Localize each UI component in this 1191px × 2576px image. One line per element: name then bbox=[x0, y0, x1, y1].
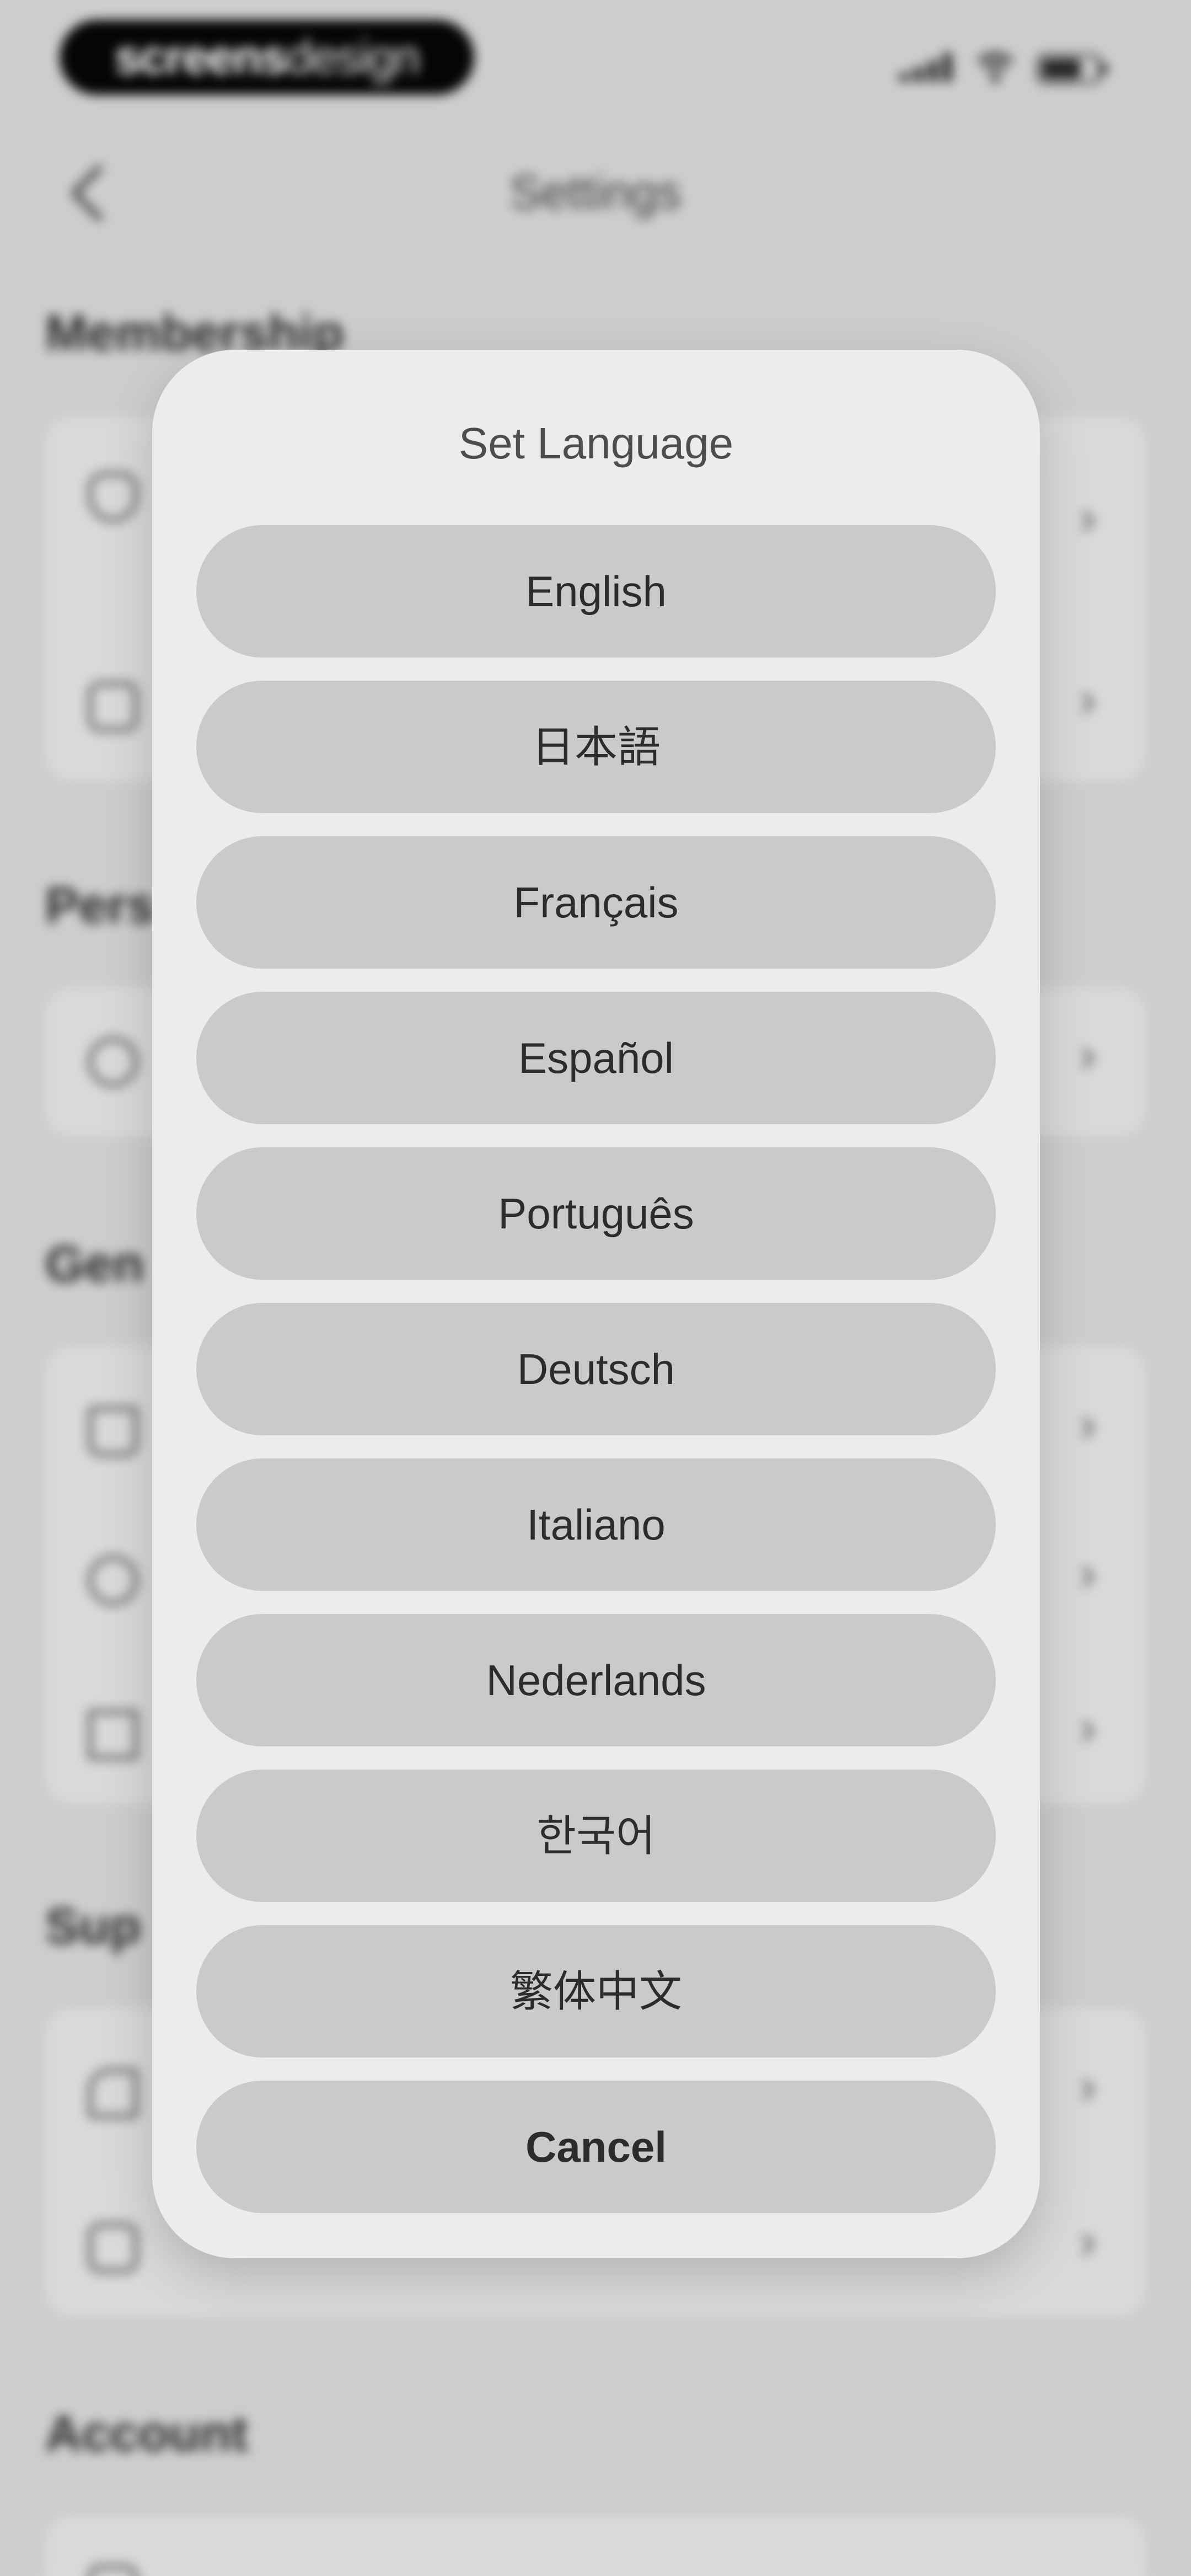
link-icon bbox=[88, 1037, 138, 1087]
status-bar: screensdesign bbox=[0, 0, 1191, 110]
language-option-dutch[interactable]: Nederlands bbox=[196, 1614, 996, 1746]
chevron-right-icon[interactable]: › bbox=[1079, 2057, 1096, 2115]
brand-logo-bold: screens bbox=[114, 31, 287, 84]
dialog-title: Set Language bbox=[458, 419, 734, 468]
wifi-icon bbox=[977, 52, 1013, 83]
battery-icon bbox=[1037, 54, 1107, 84]
chevron-right-icon[interactable]: › bbox=[1079, 2212, 1096, 2270]
chat-icon bbox=[88, 2223, 138, 2273]
chevron-right-icon[interactable]: › bbox=[1079, 1544, 1096, 1602]
language-option-spanish[interactable]: Español bbox=[196, 992, 996, 1124]
globe-icon bbox=[88, 1556, 138, 1605]
home-icon bbox=[88, 1407, 138, 1456]
language-option-korean[interactable]: 한국어 bbox=[196, 1770, 996, 1902]
account-icon bbox=[88, 2565, 138, 2576]
section-title-general: Gen bbox=[45, 1236, 144, 1292]
download-icon bbox=[88, 682, 138, 731]
grid-icon bbox=[88, 1710, 138, 1760]
brand-logo-light: design bbox=[286, 31, 420, 84]
brand-logo: screensdesign bbox=[60, 20, 474, 95]
thumbs-up-icon bbox=[88, 2069, 138, 2118]
chevron-right-icon[interactable]: › bbox=[1079, 1026, 1096, 1084]
chevron-right-icon[interactable]: › bbox=[1079, 1396, 1096, 1453]
set-language-dialog: Set Language English 日本語 Français Españo… bbox=[152, 350, 1040, 2258]
page-title: Settings bbox=[509, 166, 682, 219]
chevron-right-icon[interactable]: › bbox=[1079, 489, 1096, 547]
settings-screen: screensdesign Settings Membership › › Pe… bbox=[0, 0, 1191, 2576]
section-title-account: Account bbox=[45, 2406, 248, 2462]
cellular-signal-icon bbox=[900, 53, 952, 82]
account-card bbox=[45, 2515, 1146, 2576]
chevron-right-icon[interactable]: › bbox=[1079, 1699, 1096, 1757]
language-option-traditional-chinese[interactable]: 繁体中文 bbox=[196, 1925, 996, 2057]
language-option-portuguese[interactable]: Português bbox=[196, 1147, 996, 1280]
language-option-italian[interactable]: Italiano bbox=[196, 1458, 996, 1591]
language-option-french[interactable]: Français bbox=[196, 836, 996, 969]
language-option-german[interactable]: Deutsch bbox=[196, 1303, 996, 1435]
diamond-icon bbox=[88, 472, 138, 522]
section-title-personalization: Pers bbox=[45, 878, 155, 934]
language-option-english[interactable]: English bbox=[196, 525, 996, 658]
chevron-right-icon[interactable]: › bbox=[1079, 671, 1096, 729]
section-title-support: Sup bbox=[45, 1898, 141, 1954]
cancel-button[interactable]: Cancel bbox=[196, 2081, 996, 2213]
language-option-japanese[interactable]: 日本語 bbox=[196, 681, 996, 813]
